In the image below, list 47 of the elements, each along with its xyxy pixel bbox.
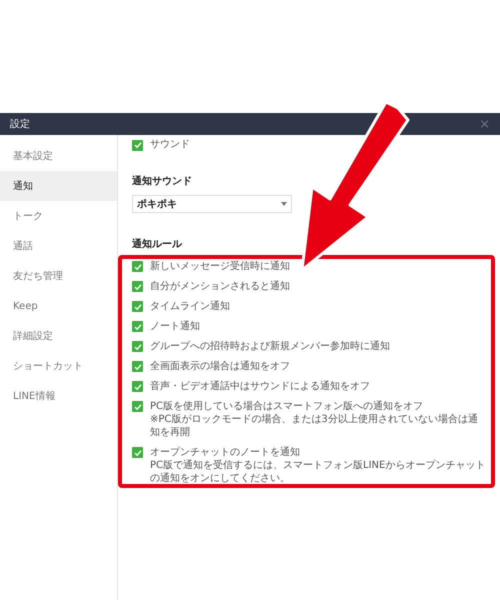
checkbox[interactable] bbox=[132, 447, 143, 458]
option-label: タイムライン通知 bbox=[150, 300, 230, 313]
section-heading: 通知サウンド bbox=[132, 174, 193, 189]
checkmark-icon bbox=[134, 448, 142, 456]
sidebar-item[interactable]: 友だち管理 bbox=[0, 261, 117, 291]
checkbox[interactable] bbox=[132, 321, 143, 332]
checkmark-icon bbox=[134, 302, 142, 310]
sidebar-item[interactable]: 詳細設定 bbox=[0, 321, 117, 351]
sidebar-item[interactable]: 基本設定 bbox=[0, 141, 117, 171]
sidebar-item[interactable]: 通知 bbox=[0, 171, 117, 201]
option-label: 自分がメンションされると通知 bbox=[150, 280, 290, 293]
option-label: 全画面表示の場合は通知をオフ bbox=[150, 360, 290, 373]
option-label: 音声・ビデオ通話中はサウンドによる通知をオフ bbox=[150, 380, 370, 393]
checkbox[interactable] bbox=[132, 361, 143, 372]
checkbox[interactable] bbox=[132, 261, 143, 272]
sidebar-item[interactable]: 通話 bbox=[0, 231, 117, 261]
sound-dropdown[interactable]: ポキポキ bbox=[132, 195, 292, 213]
sidebar-item[interactable]: Keep bbox=[0, 291, 117, 321]
sidebar-item[interactable]: トーク bbox=[0, 201, 117, 231]
checkbox[interactable] bbox=[132, 281, 143, 292]
checkbox[interactable] bbox=[132, 301, 143, 312]
checkbox[interactable] bbox=[132, 140, 143, 150]
checkmark-icon bbox=[134, 262, 142, 270]
option-label: グループへの招待時および新規メンバー参加時に通知 bbox=[150, 340, 390, 353]
option-note: PC版で通知を受信するには、スマートフォン版LINEからオープンチャットの通知をオンにしてください。 bbox=[150, 459, 486, 485]
option-note: ※PC版がロックモードの場合、または3分以上使用されていない場合は通知を再開 bbox=[150, 413, 479, 439]
option-label: サウンド bbox=[150, 138, 190, 152]
window-title: 設定 bbox=[10, 118, 30, 132]
sidebar-item[interactable]: ショートカット bbox=[0, 351, 117, 381]
option-label: ノート通知 bbox=[150, 320, 200, 333]
checkmark-icon bbox=[134, 402, 142, 410]
checkbox[interactable] bbox=[132, 401, 143, 412]
section-heading: 通知ルール bbox=[132, 238, 184, 252]
checkmark-icon bbox=[134, 282, 142, 290]
checkmark-icon bbox=[134, 382, 142, 390]
checkbox[interactable] bbox=[132, 341, 143, 352]
checkmark-icon bbox=[134, 141, 142, 149]
checkbox[interactable] bbox=[132, 381, 143, 392]
option-label: 新しいメッセージ受信時に通知 bbox=[150, 260, 290, 273]
sidebar-item[interactable]: LINE情報 bbox=[0, 381, 117, 411]
option-label: オープンチャットのノートを通知 bbox=[150, 446, 301, 459]
close-button[interactable]: × bbox=[479, 118, 490, 130]
checkmark-icon bbox=[134, 362, 142, 370]
option-label: PC版を使用している場合はスマートフォン版への通知をオフ bbox=[150, 400, 424, 413]
checkmark-icon bbox=[134, 322, 142, 330]
caret-icon bbox=[281, 202, 287, 206]
checkmark-icon bbox=[134, 342, 142, 350]
